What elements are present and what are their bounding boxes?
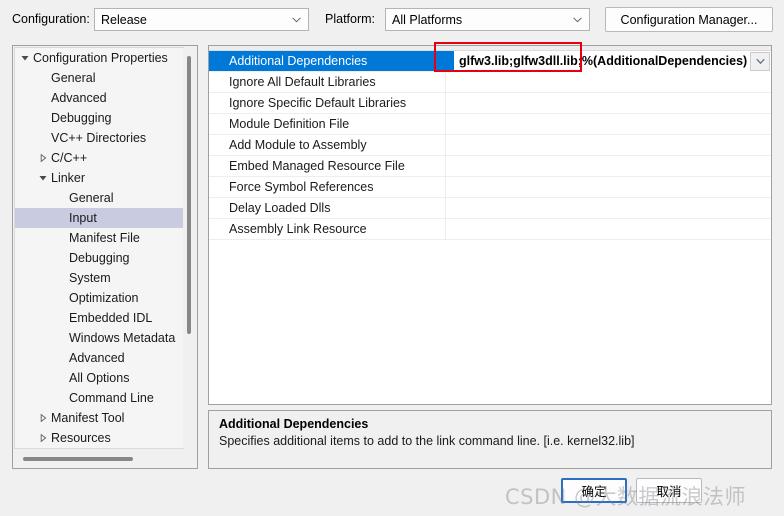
- property-row[interactable]: Delay Loaded Dlls: [209, 198, 771, 219]
- tree-item-label: Manifest Tool: [51, 411, 125, 425]
- tree-item-label: Command Line: [69, 391, 154, 405]
- tree-item-label: VC++ Directories: [51, 131, 147, 145]
- property-name: Ignore Specific Default Libraries: [229, 96, 407, 110]
- tree-expander-collapsed-icon[interactable]: [35, 408, 51, 428]
- tree-item-label: C/C++: [51, 151, 88, 165]
- tree-item-label: Resources: [51, 431, 111, 445]
- property-value[interactable]: [445, 93, 771, 113]
- tree-item-command-line[interactable]: Command Line: [15, 388, 183, 408]
- tree-vertical-scrollbar-thumb[interactable]: [187, 56, 191, 334]
- property-grid: Additional Dependencies Ignore All Defaul…: [208, 45, 772, 405]
- property-value[interactable]: [445, 219, 771, 239]
- tree-vertical-scrollbar[interactable]: [183, 48, 195, 448]
- tree-item-advanced[interactable]: Advanced: [15, 88, 183, 108]
- property-name: Ignore All Default Libraries: [229, 75, 376, 89]
- tree-item-general[interactable]: General: [15, 188, 183, 208]
- property-row[interactable]: Ignore All Default Libraries: [209, 72, 771, 93]
- property-value[interactable]: [445, 135, 771, 155]
- ok-button[interactable]: 确定: [561, 478, 627, 503]
- tree-expander-expanded-icon[interactable]: [17, 48, 33, 68]
- tree-item-label: System: [69, 271, 111, 285]
- property-name: Embed Managed Resource File: [229, 159, 405, 173]
- platform-combobox[interactable]: All Platforms: [385, 8, 590, 31]
- tree-item-advanced[interactable]: Advanced: [15, 348, 183, 368]
- chevron-down-icon: [292, 15, 301, 24]
- property-value[interactable]: [445, 72, 771, 92]
- description-title: Additional Dependencies: [219, 417, 369, 431]
- property-row[interactable]: Ignore Specific Default Libraries: [209, 93, 771, 114]
- description-text: Specifies additional items to add to the…: [219, 434, 635, 448]
- platform-label: Platform:: [325, 12, 376, 26]
- property-value[interactable]: [445, 156, 771, 176]
- tree-expander-collapsed-icon[interactable]: [35, 428, 51, 448]
- configuration-combobox[interactable]: Release: [94, 8, 309, 31]
- tree-item-label: Windows Metadata: [69, 331, 176, 345]
- tree-horizontal-scrollbar-thumb[interactable]: [23, 457, 133, 461]
- cancel-button[interactable]: 取消: [636, 478, 702, 503]
- additional-dependencies-editor[interactable]: glfw3.lib;glfw3dll.lib;%(AdditionalDepen…: [445, 51, 771, 72]
- tree-item-label: Manifest File: [69, 231, 140, 245]
- description-panel: Additional Dependencies Specifies additi…: [208, 410, 772, 469]
- property-name: Module Definition File: [229, 117, 350, 131]
- tree-item-label: General: [51, 71, 96, 85]
- tree-item-label: All Options: [69, 371, 130, 385]
- properties-tree-panel: Configuration Properties General Advanced D…: [12, 45, 198, 469]
- tree-item-debugging[interactable]: Debugging: [15, 108, 183, 128]
- configuration-label: Configuration:: [12, 12, 90, 26]
- chevron-down-icon: [573, 15, 582, 24]
- property-row[interactable]: Assembly Link Resource: [209, 219, 771, 240]
- dialog-toolbar: Configuration: Release Platform: All Pla…: [0, 0, 784, 38]
- tree-item-label: Input: [69, 211, 97, 225]
- tree-item-windows-metadata[interactable]: Windows Metadata: [15, 328, 183, 348]
- tree-item-vc++-directories[interactable]: VC++ Directories: [15, 128, 183, 148]
- tree-horizontal-scrollbar[interactable]: [15, 453, 181, 465]
- tree-item-label: Linker: [51, 171, 86, 185]
- property-value[interactable]: [445, 114, 771, 134]
- tree-item-label: General: [69, 191, 114, 205]
- property-name: Additional Dependencies: [209, 51, 445, 71]
- tree-item-all-options[interactable]: All Options: [15, 368, 183, 388]
- editor-dropdown-button[interactable]: [750, 52, 770, 71]
- tree-item-manifest-file[interactable]: Manifest File: [15, 228, 183, 248]
- tree-item-system[interactable]: System: [15, 268, 183, 288]
- editor-selection-bar: [445, 51, 454, 72]
- tree-item-label: Configuration Properties: [33, 51, 168, 65]
- tree-expander-collapsed-icon[interactable]: [35, 148, 51, 168]
- tree-item-embedded-idl[interactable]: Embedded IDL: [15, 308, 183, 328]
- tree-item-optimization[interactable]: Optimization: [15, 288, 183, 308]
- platform-combobox-value: All Platforms: [392, 12, 463, 27]
- property-row[interactable]: Module Definition File: [209, 114, 771, 135]
- property-name: Assembly Link Resource: [229, 222, 367, 236]
- tree-item-c-c++[interactable]: C/C++: [15, 148, 183, 168]
- property-row[interactable]: Embed Managed Resource File: [209, 156, 771, 177]
- configuration-manager-button[interactable]: Configuration Manager...: [605, 7, 773, 32]
- property-name: Add Module to Assembly: [229, 138, 367, 152]
- tree-item-input[interactable]: Input: [15, 208, 183, 228]
- tree-item-label: Embedded IDL: [69, 311, 153, 325]
- chevron-down-icon: [755, 58, 765, 65]
- property-grid-rows[interactable]: Additional Dependencies Ignore All Defaul…: [209, 51, 771, 240]
- tree-item-debugging[interactable]: Debugging: [15, 248, 183, 268]
- tree-item-manifest-tool[interactable]: Manifest Tool: [15, 408, 183, 428]
- tree-item-label: Advanced: [51, 91, 107, 105]
- property-value[interactable]: [445, 198, 771, 218]
- tree-item-linker[interactable]: Linker: [15, 168, 183, 188]
- property-name: Force Symbol References: [229, 180, 374, 194]
- properties-tree[interactable]: Configuration Properties General Advanced D…: [14, 47, 184, 449]
- tree-item-label: Debugging: [51, 111, 112, 125]
- tree-item-configuration-properties[interactable]: Configuration Properties: [15, 48, 183, 68]
- property-row[interactable]: Add Module to Assembly: [209, 135, 771, 156]
- property-row[interactable]: Force Symbol References: [209, 177, 771, 198]
- property-value[interactable]: [445, 177, 771, 197]
- additional-dependencies-value[interactable]: glfw3.lib;glfw3dll.lib;%(AdditionalDepen…: [454, 51, 750, 72]
- tree-item-label: Debugging: [69, 251, 130, 265]
- tree-item-label: Advanced: [69, 351, 125, 365]
- tree-expander-expanded-icon[interactable]: [35, 168, 51, 188]
- property-name: Delay Loaded Dlls: [229, 201, 331, 215]
- configuration-combobox-value: Release: [101, 12, 147, 27]
- tree-item-label: Optimization: [69, 291, 139, 305]
- tree-item-general[interactable]: General: [15, 68, 183, 88]
- tree-item-resources[interactable]: Resources: [15, 428, 183, 448]
